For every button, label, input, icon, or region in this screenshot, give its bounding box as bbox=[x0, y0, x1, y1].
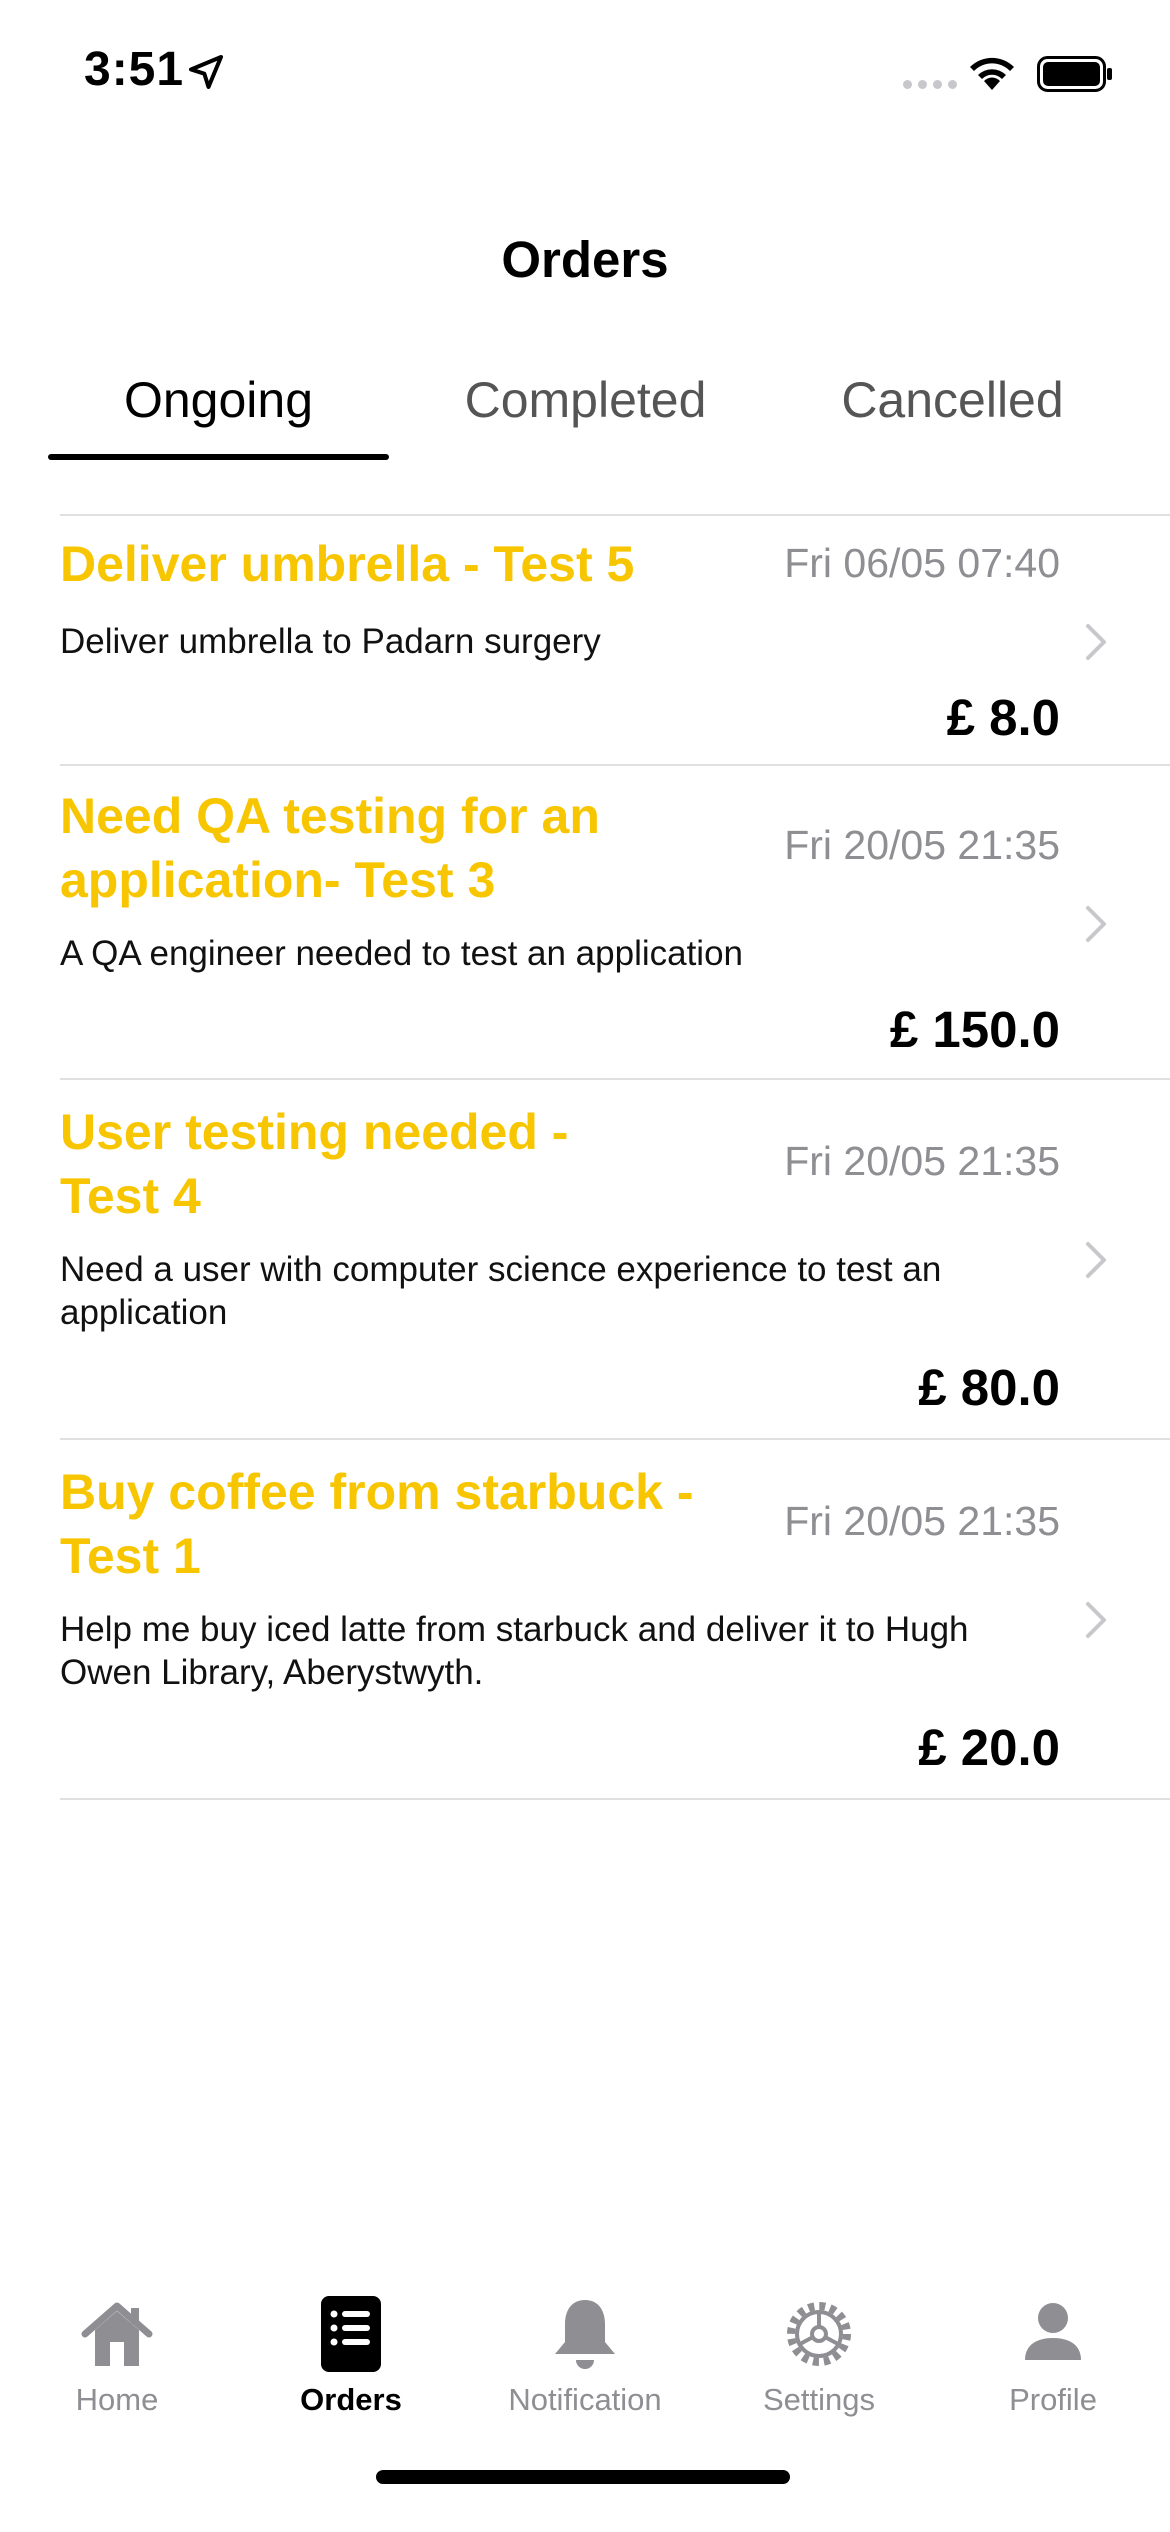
order-description: Need a user with computer science experi… bbox=[60, 1250, 942, 1332]
person-icon bbox=[1025, 2303, 1081, 2360]
order-row[interactable]: Need QA testing for an application- Test… bbox=[60, 780, 1170, 1076]
order-date: Fri 06/05 07:40 bbox=[784, 540, 1060, 586]
order-date: Fri 20/05 21:35 bbox=[784, 822, 1060, 868]
status-bar: 3:51 bbox=[0, 0, 1170, 150]
wifi-icon bbox=[970, 57, 1014, 90]
order-description: Deliver umbrella to Padarn surgery bbox=[60, 622, 601, 661]
divider bbox=[60, 1438, 1170, 1440]
tab-cancelled[interactable]: Cancelled bbox=[782, 360, 1123, 470]
chevron-right-icon bbox=[1086, 906, 1106, 942]
battery-icon bbox=[1037, 56, 1112, 92]
divider bbox=[60, 764, 1170, 766]
order-description: A QA engineer needed to test an applicat… bbox=[60, 934, 744, 973]
order-price: £ 80.0 bbox=[918, 1359, 1060, 1416]
order-date: Fri 20/05 21:35 bbox=[784, 1498, 1060, 1544]
order-row[interactable]: User testing needed - Test 4 Fri 20/05 2… bbox=[60, 1096, 1170, 1436]
home-icon bbox=[81, 2302, 153, 2366]
status-time: 3:51 bbox=[84, 43, 185, 96]
order-title: User testing needed - Test 4 bbox=[60, 1104, 569, 1224]
bell-icon bbox=[555, 2300, 615, 2369]
tabbar-label: Home bbox=[75, 2382, 159, 2417]
chevron-right-icon bbox=[1086, 1602, 1106, 1638]
tabbar-label: Notification bbox=[508, 2382, 662, 2417]
order-title: Deliver umbrella - Test 5 bbox=[60, 536, 635, 592]
order-price: £ 150.0 bbox=[889, 1001, 1060, 1058]
tabbar-label: Orders bbox=[300, 2382, 402, 2417]
page-title: Orders bbox=[501, 231, 669, 288]
tab-bar: Home Orders Notification Settings Profil… bbox=[0, 2270, 1170, 2532]
gear-icon bbox=[787, 2302, 851, 2366]
chevron-right-icon bbox=[1086, 1242, 1106, 1278]
tabbar-label: Profile bbox=[1009, 2382, 1097, 2417]
order-price: £ 20.0 bbox=[918, 1719, 1060, 1776]
tab-completed[interactable]: Completed bbox=[415, 360, 756, 470]
order-title: Need QA testing for an application- Test… bbox=[60, 788, 600, 908]
order-description: Help me buy iced latte from starbuck and… bbox=[60, 1610, 969, 1692]
location-arrow-icon bbox=[189, 55, 223, 89]
order-row[interactable]: Deliver umbrella - Test 5 Fri 06/05 07:4… bbox=[60, 528, 1170, 764]
chevron-right-icon bbox=[1086, 624, 1106, 660]
tabbar-label: Settings bbox=[762, 2382, 875, 2417]
divider bbox=[60, 1078, 1170, 1080]
order-row[interactable]: Buy coffee from starbuck - Test 1 Fri 20… bbox=[60, 1456, 1170, 1796]
divider bbox=[60, 514, 1170, 516]
divider bbox=[60, 1798, 1170, 1800]
home-indicator[interactable] bbox=[376, 2470, 790, 2484]
order-price: £ 8.0 bbox=[946, 689, 1060, 746]
orders-icon bbox=[321, 2296, 381, 2372]
cellular-signal-icon bbox=[903, 80, 957, 89]
order-date: Fri 20/05 21:35 bbox=[784, 1138, 1060, 1184]
active-tab-indicator bbox=[48, 454, 389, 460]
order-title: Buy coffee from starbuck - Test 1 bbox=[60, 1464, 694, 1584]
